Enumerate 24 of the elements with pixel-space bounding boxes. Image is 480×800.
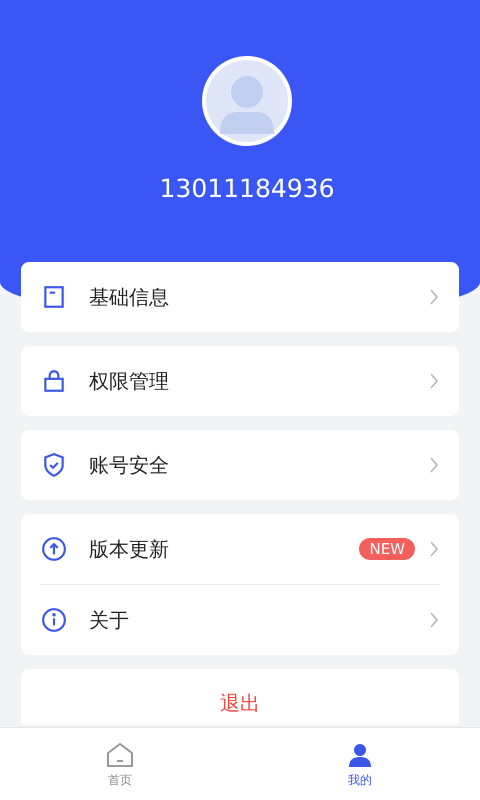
chevron-right-icon xyxy=(429,541,439,557)
chevron-right-icon xyxy=(429,373,439,389)
user-icon xyxy=(346,742,374,768)
chevron-right-icon xyxy=(429,289,439,305)
menu-item[interactable]: 基础信息 xyxy=(41,262,439,332)
logout-button[interactable]: 退出 xyxy=(21,669,459,725)
menu-item[interactable]: 版本更新 NEW xyxy=(41,514,439,584)
chevron-right-icon xyxy=(429,457,439,473)
phone-number: 13011184936 xyxy=(160,174,334,203)
menu-label: 基础信息 xyxy=(89,284,170,310)
info-icon xyxy=(41,607,67,633)
menu-item[interactable]: 账号安全 xyxy=(41,430,439,500)
menu-label: 账号安全 xyxy=(89,452,170,478)
home-icon xyxy=(106,742,134,768)
menu-item[interactable]: 关于 xyxy=(41,585,439,655)
nav-tab[interactable]: 我的 xyxy=(240,728,480,800)
menu-label: 权限管理 xyxy=(89,368,170,394)
nav-tab[interactable]: 首页 xyxy=(0,728,240,800)
menu-item[interactable]: 权限管理 xyxy=(41,346,439,416)
menu-label: 关于 xyxy=(89,606,130,634)
new-badge: NEW xyxy=(359,538,415,560)
chevron-right-icon xyxy=(429,612,439,628)
menu-label: 版本更新 xyxy=(89,536,170,562)
avatar-icon xyxy=(202,56,292,146)
